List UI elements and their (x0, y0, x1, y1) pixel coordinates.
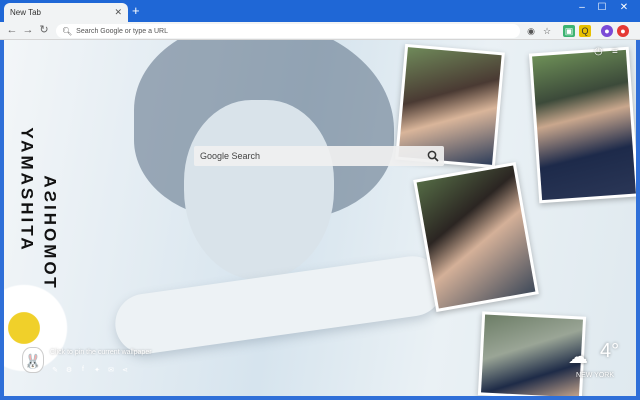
search-icon: 🔍︎ (62, 26, 73, 36)
menu-icon[interactable]: ≡ (612, 46, 618, 57)
wallpaper-title-line-1: YAMASHITA (17, 127, 37, 253)
pin-wallpaper-caption[interactable]: Click to pin the current wallpaper (50, 349, 152, 356)
extension-yellow-icon[interactable]: Q (579, 25, 591, 37)
collage-photo (413, 161, 539, 313)
close-tab-icon[interactable]: ✕ (114, 7, 122, 18)
back-arrow-icon[interactable]: ← (6, 24, 18, 37)
twitter-icon[interactable]: ✦ (92, 366, 102, 374)
maximize-button[interactable]: ☐ (592, 2, 612, 13)
tab-new-tab[interactable]: New Tab ✕ (4, 3, 128, 22)
reload-icon[interactable]: ↻ (38, 24, 50, 37)
profile-avatar-icon[interactable]: ● (601, 25, 613, 37)
close-window-button[interactable]: ✕ (614, 2, 634, 13)
weather-widget[interactable]: ☁ 4° NEW YORK (566, 340, 632, 386)
minimize-button[interactable]: – (572, 2, 592, 13)
cloud-icon: ☁ (568, 346, 588, 368)
tab-strip: New Tab ✕ + – ☐ ✕ (0, 0, 640, 22)
bunny-icon[interactable]: 🐰 (22, 347, 44, 373)
tab-title: New Tab (10, 8, 41, 17)
search-placeholder: Google Search (200, 151, 261, 161)
weather-city: NEW YORK (576, 372, 614, 379)
bookmark-star-icon[interactable]: ☆ (541, 25, 553, 37)
clock-icon[interactable]: ◷ (594, 46, 603, 57)
address-bar[interactable]: 🔍︎ Search Google or type a URL (56, 24, 520, 38)
new-tab-page: YAMASHITA TOMOHISA 🐰 Google Search Click… (4, 40, 636, 396)
share-icon[interactable]: ⋖ (120, 366, 130, 374)
facebook-icon[interactable]: f (78, 366, 88, 373)
address-bar-placeholder: Search Google or type a URL (76, 27, 168, 35)
new-tab-button[interactable]: + (132, 4, 140, 18)
google-search-box[interactable]: Google Search (194, 146, 444, 166)
extension-red-icon[interactable]: ● (617, 25, 629, 37)
settings-icon[interactable]: ⚙ (64, 366, 74, 374)
mail-icon[interactable]: ✉ (106, 366, 116, 374)
location-icon[interactable]: ◉ (525, 25, 537, 37)
forward-arrow-icon[interactable]: → (22, 24, 34, 37)
pin-icon[interactable]: ✎ (50, 366, 60, 374)
wallpaper-title-line-2: TOMOHISA (40, 172, 60, 288)
search-icon[interactable] (422, 146, 444, 166)
weather-temperature: 4° (600, 340, 620, 362)
extension-green-icon[interactable]: ▣ (563, 25, 575, 37)
browser-toolbar: ← → ↻ 🔍︎ Search Google or type a URL ◉ ☆… (0, 22, 640, 40)
collage-photo (528, 46, 636, 204)
